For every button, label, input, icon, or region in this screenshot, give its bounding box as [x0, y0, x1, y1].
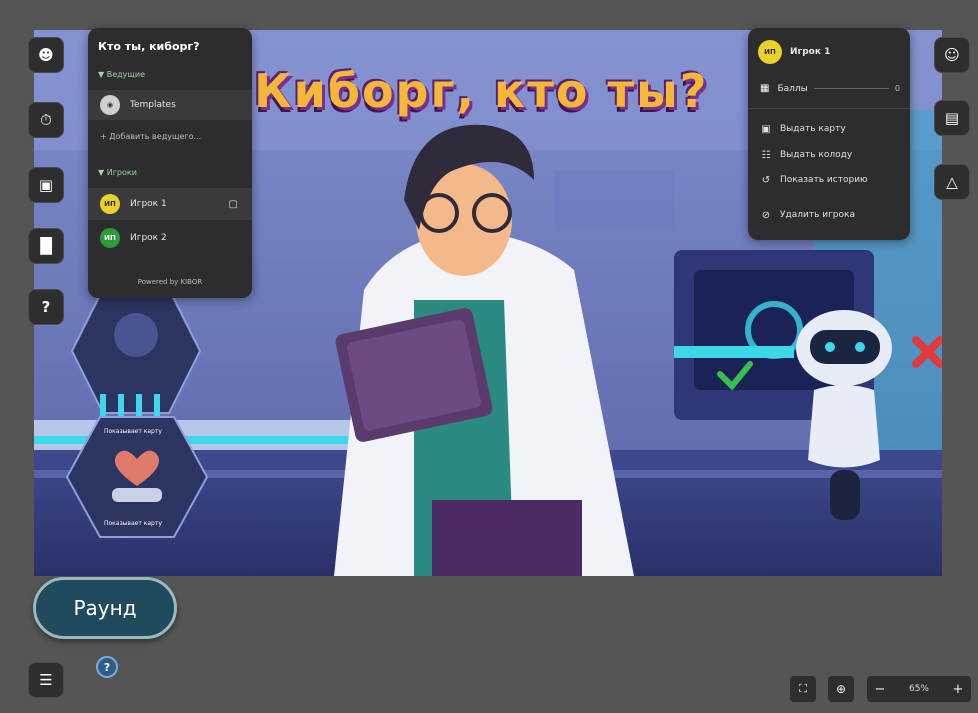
zoom-control: − 65% + [867, 676, 971, 702]
chat-icon[interactable]: ▢ [229, 199, 238, 210]
player-2-avatar: ИП [100, 228, 120, 248]
player-context-menu: ИП Игрок 1 ▦ Баллы 0 ▣ Выдать карту ☷ Вы… [748, 28, 910, 240]
selected-player-header: ИП Игрок 1 [758, 40, 830, 64]
players-button[interactable]: ☻ [28, 37, 64, 73]
game-title: Кто ты, киборг? [98, 40, 200, 53]
center-view-button[interactable]: ⊕ [828, 676, 854, 702]
board-button[interactable]: ▤ [934, 100, 970, 136]
notifications-button[interactable]: △ [934, 164, 970, 200]
show-history-label: Показать историю [780, 175, 868, 185]
card-icon: ▣ [38, 176, 54, 194]
fullscreen-icon: ⛶ [799, 682, 807, 695]
score-row[interactable]: ▦ Баллы 0 [760, 83, 900, 94]
score-label: Баллы [777, 83, 808, 94]
board-icon: ▤ [944, 109, 960, 127]
help-button[interactable]: ? [28, 289, 64, 325]
remove-player-item[interactable]: ⊘ Удалить игрока [760, 206, 855, 224]
selected-player-name: Игрок 1 [790, 47, 831, 57]
menu-icon: ☰ [39, 671, 53, 689]
stats-button[interactable]: █ [28, 228, 64, 264]
give-card-item[interactable]: ▣ Выдать карту [760, 120, 846, 138]
fullscreen-button[interactable]: ⛶ [790, 676, 816, 702]
cards-button[interactable]: ▣ [28, 167, 64, 203]
score-separator [813, 88, 889, 89]
caret-down-icon: ▼ [98, 70, 105, 79]
score-value[interactable]: 0 [895, 84, 900, 93]
powered-by-footer: Powered by KIBOR [137, 278, 203, 286]
question-icon: ? [103, 660, 111, 674]
round-button[interactable]: Раунд [33, 577, 177, 639]
players-panel: Кто ты, киборг? ▼ Ведущие ◉ Templates + … [88, 28, 252, 298]
main-menu-button[interactable]: ☰ [28, 662, 64, 698]
help-circle-button[interactable]: ? [96, 656, 118, 678]
player-row-2[interactable]: ИП Игрок 2 [88, 224, 252, 252]
deck-icon: ☷ [761, 149, 771, 161]
history-icon: ↺ [761, 174, 771, 186]
give-card-label: Выдать карту [780, 124, 846, 134]
remove-icon: ⊘ [761, 209, 771, 221]
players-section-header[interactable]: ▼ Игроки [98, 168, 137, 177]
give-deck-item[interactable]: ☷ Выдать колоду [760, 146, 853, 164]
remove-player-label: Удалить игрока [780, 210, 855, 220]
profile-button[interactable]: ☺ [934, 37, 970, 73]
score-icon: ▦ [760, 83, 770, 94]
crosshair-icon: ⊕ [835, 682, 847, 696]
card-icon: ▣ [761, 123, 771, 135]
selected-player-avatar: ИП [758, 40, 782, 64]
host-avatar-icon: ◉ [106, 101, 114, 109]
bell-icon: △ [946, 173, 958, 191]
hex-card-2-label: Показывает карту [104, 520, 162, 527]
player-2-name: Игрок 2 [130, 233, 167, 243]
caret-down-icon: ▼ [98, 168, 105, 177]
hosts-section-header[interactable]: ▼ Ведущие [98, 70, 145, 79]
hex-card-1-label: Показывает карту [104, 428, 162, 435]
user-icon: ☺ [944, 46, 960, 64]
add-host-link[interactable]: + Добавить ведущего... [100, 132, 201, 141]
question-icon: ? [41, 298, 51, 316]
show-history-item[interactable]: ↺ Показать историю [760, 171, 868, 189]
zoom-out-button[interactable]: − [867, 682, 893, 697]
host-name: Templates [130, 100, 176, 110]
bar-chart-icon: █ [40, 237, 52, 255]
host-avatar: ◉ [100, 95, 120, 115]
round-button-label: Раунд [73, 596, 137, 620]
zoom-level: 65% [908, 684, 929, 694]
users-icon: ☻ [38, 46, 54, 64]
timer-icon: ⏱ [40, 111, 52, 129]
player-1-avatar: ИП [100, 194, 120, 214]
player-1-name: Игрок 1 [130, 199, 167, 209]
host-row[interactable]: ◉ Templates [88, 90, 252, 120]
hosts-section-label: Ведущие [106, 70, 146, 79]
zoom-in-button[interactable]: + [945, 682, 971, 697]
timer-button[interactable]: ⏱ [28, 102, 64, 138]
context-menu-divider [748, 108, 910, 109]
game-banner-title: Киборг, кто ты? [254, 64, 709, 118]
player-row-1[interactable]: ИП Игрок 1 ▢ [88, 188, 252, 220]
players-section-label: Игроки [106, 168, 137, 177]
give-deck-label: Выдать колоду [780, 150, 853, 160]
